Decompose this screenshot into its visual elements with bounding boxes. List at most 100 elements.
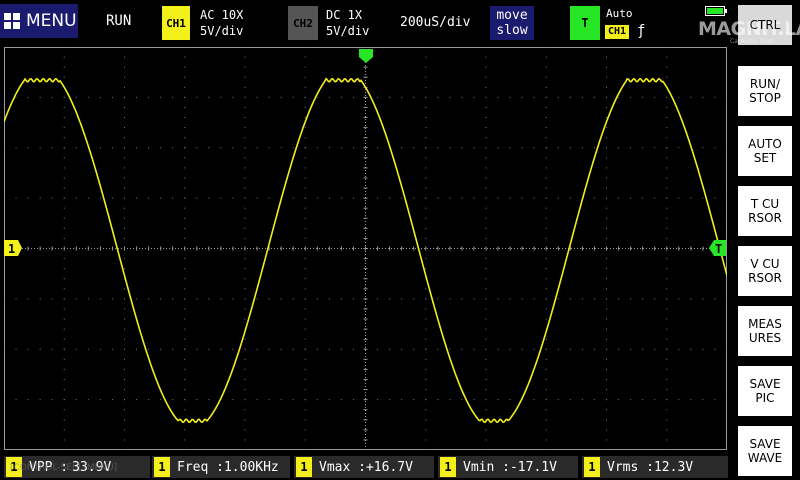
grid-dot [63,56,65,58]
grid-dot [304,127,306,129]
grid-dot [569,197,571,199]
grid-dot [377,348,379,350]
timebase[interactable]: 200uS/div [400,15,470,30]
grid-dot [244,338,246,340]
grid-dot [63,197,65,199]
grid-dot [449,96,451,98]
voltage-cursor-button[interactable]: V CU RSOR [738,246,792,296]
grid-dot [75,348,77,350]
grid-dot [389,96,391,98]
grid-dot [401,399,403,401]
grid-dot [244,368,246,370]
grid-dot [666,177,668,179]
grid-dot [666,187,668,189]
grid-dot [63,167,65,169]
grid-dot [39,96,41,98]
grid-dot [485,76,487,78]
grid-dot [184,328,186,330]
grid-dot [256,96,258,98]
grid-dot [244,358,246,360]
measure-channel-badge: 1 [296,457,312,477]
grid-dot [111,399,113,401]
move-speed: slow [496,23,528,38]
save-wave-button[interactable]: SAVE WAVE [738,426,792,476]
trigger-tag[interactable]: T [570,6,600,40]
grid-dot [666,197,668,199]
grid-dot [606,378,607,380]
time-cursor-button[interactable]: T CU RSOR [738,186,792,236]
grid-dot [63,217,65,219]
grid-dot [678,348,680,350]
grid-dot [304,348,306,350]
grid-dot [124,338,125,340]
save-pic-button[interactable]: SAVE PIC [738,366,792,416]
grid-dot [425,56,427,58]
grid-dot [702,147,704,149]
grid-dot [124,96,125,98]
menu-button[interactable]: MENU [0,4,78,38]
grid-dot [340,298,342,300]
grid-dot [63,117,65,119]
grid-dot [449,197,451,199]
auto-set-button[interactable]: AUTO SET [738,126,792,176]
grid-dot [63,318,65,320]
measures-button[interactable]: MEAS URES [738,306,792,356]
grid-dot [148,348,150,350]
grid-dot [666,268,668,270]
grid-dot [304,358,306,360]
run-stop-button[interactable]: RUN/ STOP [738,66,792,116]
grid-dot [99,96,101,98]
ch1-tag[interactable]: CH1 [162,6,190,40]
grid-dot [111,197,113,199]
grid-dot [606,409,607,411]
grid-dot [654,197,656,199]
scope-display[interactable]: 1 T [4,47,727,450]
grid-dot [485,378,487,380]
grid-dot [666,237,668,239]
grid-dot [220,147,222,149]
grid-dot [196,399,198,401]
grid-dot [172,147,174,149]
grid-dot [473,298,475,300]
grid-dot [485,177,487,179]
move-speed-button[interactable]: move slow [490,6,534,40]
grid-dot [184,258,186,260]
grid-dot [124,449,125,450]
grid-dot [425,96,427,98]
measure-vmin[interactable]: 1 Vmin : -17.1V [438,456,578,478]
grid-dot [292,348,294,350]
grid-dot [124,207,125,209]
grid-dot [63,378,65,380]
grid-dot [268,399,270,401]
grid-dot [184,389,186,391]
measure-vmax[interactable]: 1 Vmax : +16.7V [294,456,434,478]
grid-dot [244,409,246,411]
ch2-coupling: DC 1X [326,8,363,22]
grid-dot [666,56,668,58]
grid-dot [208,197,210,199]
grid-dot [485,298,487,300]
grid-dot [256,298,258,300]
grid-dot [485,409,487,411]
grid-dot [99,348,101,350]
grid-dot [581,348,583,350]
grid-dot [606,358,607,360]
trigger-mode: Auto [606,7,633,20]
grid-dot [377,399,379,401]
grid-dot [606,96,607,98]
grid-dot [63,258,65,260]
grid-dot [485,237,487,239]
grid-dot [304,378,306,380]
ctrl-button[interactable]: CTRL [738,5,792,45]
measure-vrms[interactable]: 1 Vrms : 12.3V [582,456,728,478]
grid-dot [268,96,270,98]
measure-freq[interactable]: 1 Freq : 1.00KHz [152,456,290,478]
grid-dot [220,197,222,199]
grid-dot [569,96,571,98]
grid-dot [485,338,487,340]
grid-dot [63,328,65,330]
grid-dot [545,177,547,179]
ch2-tag[interactable]: CH2 [288,6,318,40]
grid-dot [136,399,138,401]
grid-dot [124,197,125,199]
